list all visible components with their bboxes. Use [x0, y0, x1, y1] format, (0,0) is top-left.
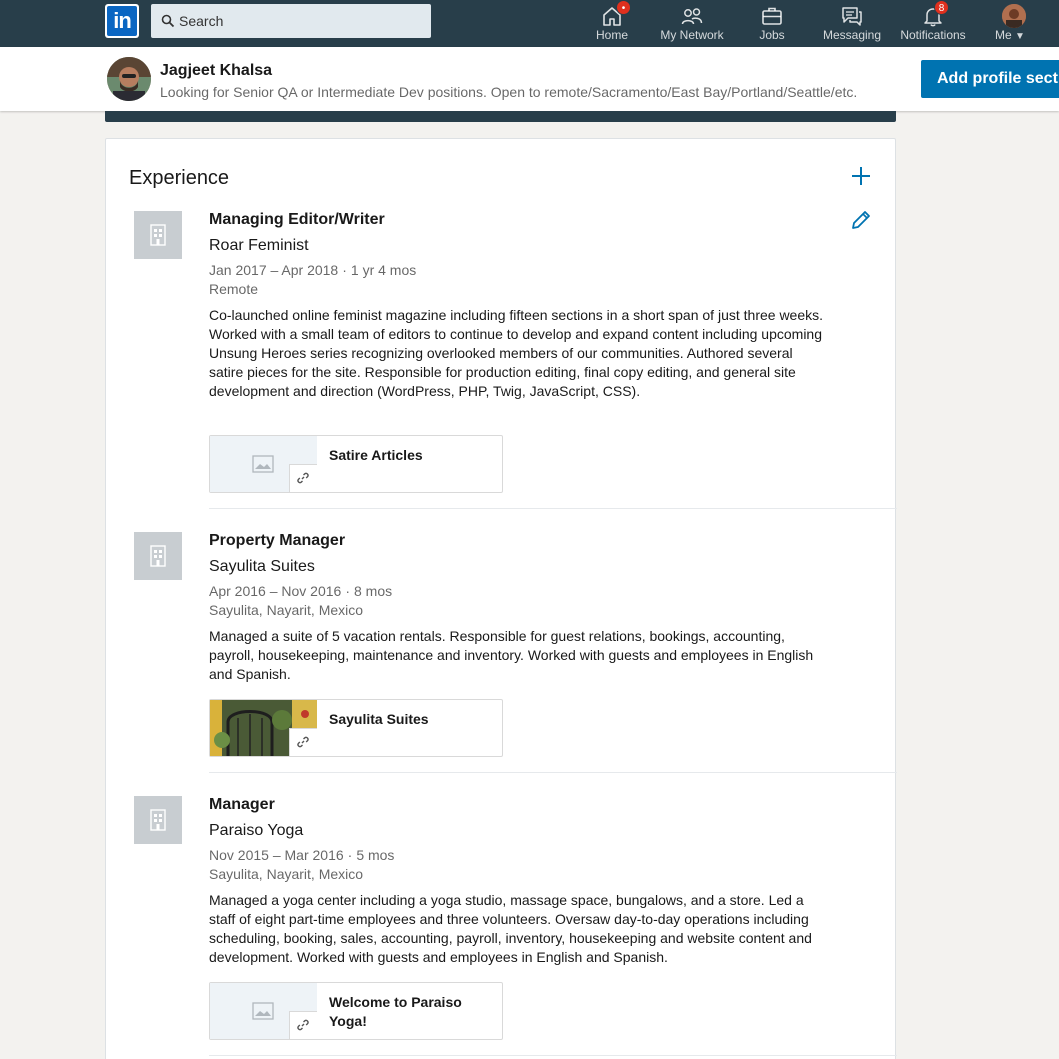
company-logo[interactable]: [134, 211, 182, 259]
add-profile-section-button[interactable]: Add profile section: [921, 60, 1059, 98]
employment-dates: Nov 2015 – Mar 2016 · 5 mos: [209, 847, 395, 863]
company-name: Roar Feminist: [209, 237, 309, 254]
search-icon: [161, 14, 175, 28]
profile-photo-icon: [107, 57, 151, 101]
job-title[interactable]: Manager: [209, 796, 275, 814]
media-link-badge: [289, 464, 317, 492]
user-photo-icon: [1002, 4, 1026, 28]
company-logo[interactable]: [134, 796, 182, 844]
nav-me[interactable]: Me ▼: [988, 0, 1040, 47]
media-attachment[interactable]: Welcome to Paraiso Yoga!: [209, 982, 503, 1040]
job-title[interactable]: Property Manager: [209, 532, 345, 550]
nav-messaging[interactable]: Messaging: [816, 0, 888, 47]
nav-jobs-label: Jobs: [759, 28, 785, 42]
job-description: Co-launched online feminist magazine inc…: [209, 307, 824, 399]
job-location: Remote: [209, 281, 259, 297]
nav-home[interactable]: • Home: [588, 0, 636, 47]
nav-home-label: Home: [595, 28, 628, 42]
nav-my-network-label: My Network: [660, 28, 724, 42]
job-title[interactable]: Managing Editor/Writer: [209, 211, 385, 229]
add-experience-icon[interactable]: [849, 164, 873, 188]
notifications-badge: 8: [934, 0, 949, 15]
experience-heading: Experience: [129, 167, 230, 189]
profile-avatar[interactable]: [107, 57, 151, 101]
linkedin-logo[interactable]: in: [105, 4, 139, 38]
search-input[interactable]: [179, 4, 424, 38]
media-link-badge: [289, 728, 317, 756]
profile-name: Jagjeet Khalsa: [160, 62, 273, 79]
profile-headline: Looking for Senior QA or Intermediate De…: [160, 84, 858, 100]
employment-dates: Apr 2016 – Nov 2016 · 8 mos: [209, 583, 393, 599]
building-icon: [150, 224, 166, 246]
media-title: Sayulita Suites: [329, 711, 429, 727]
nav-me-label: Me ▼: [995, 28, 1025, 42]
entry-divider: [209, 1055, 897, 1056]
people-icon: [681, 8, 703, 25]
job-location: Sayulita, Nayarit, Mexico: [209, 602, 364, 618]
company-logo[interactable]: [134, 532, 182, 580]
company-name: Sayulita Suites: [209, 558, 315, 575]
job-description: Managed a suite of 5 vacation rentals. R…: [209, 628, 814, 682]
employment-dates: Jan 2017 – Apr 2018 · 1 yr 4 mos: [209, 262, 417, 278]
profile-sticky-header: Jagjeet Khalsa Looking for Senior QA or …: [0, 47, 1059, 111]
media-attachment[interactable]: Satire Articles: [209, 435, 503, 493]
nav-messaging-label: Messaging: [822, 28, 882, 42]
experience-section: Experience Managing Editor/Writer Roar F…: [105, 138, 897, 1059]
search-box[interactable]: [151, 4, 431, 38]
nav-jobs[interactable]: Jobs: [748, 0, 796, 47]
edit-pencil-icon[interactable]: [849, 208, 873, 232]
link-icon: [297, 1019, 309, 1031]
building-icon: [150, 545, 166, 567]
company-name: Paraiso Yoga: [209, 822, 304, 839]
home-badge: •: [616, 0, 631, 15]
media-title: Welcome to Paraiso Yoga!: [329, 994, 462, 1029]
nav-my-network[interactable]: My Network: [652, 0, 732, 47]
caret-down-icon: ▼: [1015, 31, 1025, 42]
media-attachment[interactable]: Sayulita Suites: [209, 699, 503, 757]
job-location: Sayulita, Nayarit, Mexico: [209, 866, 364, 882]
image-placeholder-icon: [252, 1002, 274, 1020]
briefcase-icon: [762, 7, 782, 25]
link-icon: [297, 736, 309, 748]
media-title: Satire Articles: [329, 447, 423, 463]
link-icon: [297, 472, 309, 484]
linkedin-logo-icon: in: [107, 6, 137, 36]
me-avatar: [1002, 4, 1026, 28]
nav-notifications-label: Notifications: [900, 28, 966, 42]
global-nav: in • Home My Network Jobs Messaging 8 No…: [0, 0, 1059, 47]
media-link-badge: [289, 1011, 317, 1039]
nav-notifications[interactable]: 8 Notifications: [896, 0, 970, 47]
entry-divider: [209, 772, 897, 773]
previous-card-edge: [105, 111, 896, 122]
building-icon: [150, 809, 166, 831]
entry-divider: [209, 508, 897, 509]
messaging-icon: [842, 7, 862, 26]
image-placeholder-icon: [252, 455, 274, 473]
job-description: Managed a yoga center including a yoga s…: [209, 892, 812, 965]
